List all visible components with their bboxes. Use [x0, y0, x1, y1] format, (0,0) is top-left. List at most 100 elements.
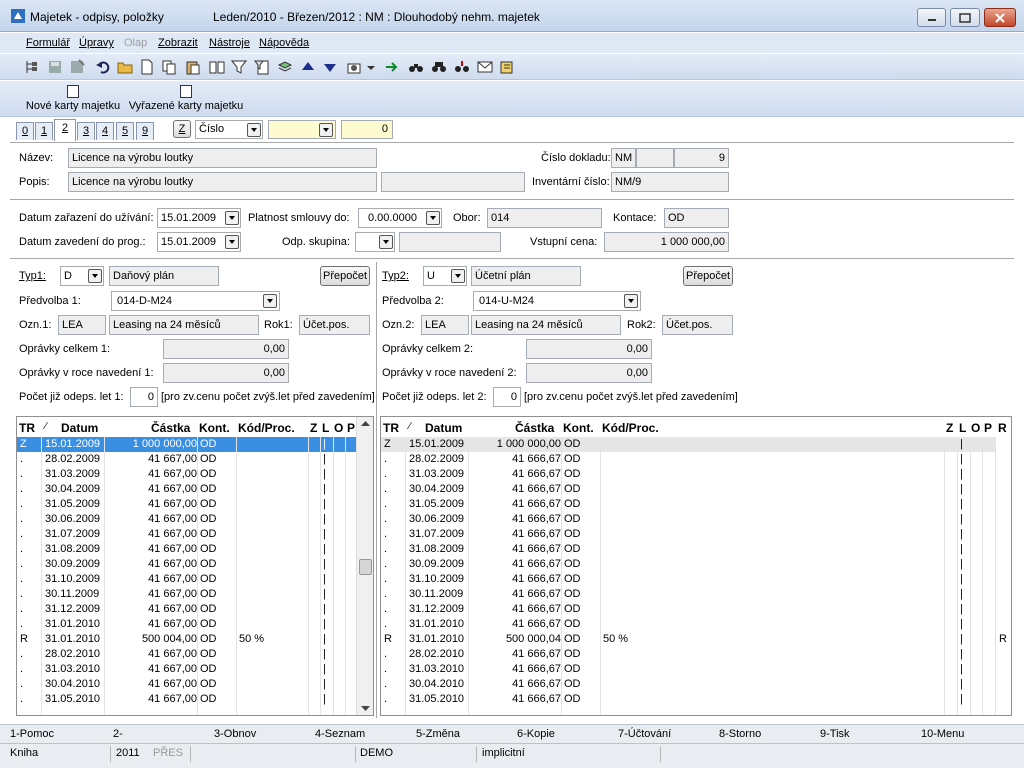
rok2-field[interactable]: Účet.pos. — [662, 315, 733, 335]
f3-refresh[interactable]: 3-Obnov — [214, 728, 256, 740]
col-kont[interactable]: Kont. — [563, 421, 594, 435]
find-next-icon[interactable] — [454, 59, 470, 75]
z-button[interactable]: Z — [173, 120, 191, 138]
table-row[interactable]: . 30.06.2009 41 667,00 OD | — [17, 512, 357, 527]
table-row[interactable]: . 30.11.2009 41 666,67 OD | — [381, 587, 995, 602]
stack-icon[interactable] — [277, 59, 293, 75]
col-o[interactable]: O — [971, 421, 980, 435]
f5-change[interactable]: 5-Změna — [416, 728, 460, 740]
popis-field[interactable]: Licence na výrobu loutky — [68, 172, 377, 192]
menu-upravy[interactable]: Úpravy — [79, 37, 114, 49]
new-cards-button[interactable]: Nové karty majetku — [23, 85, 123, 112]
table-row[interactable]: . 31.05.2009 41 667,00 OD | — [17, 497, 357, 512]
col-datum[interactable]: Datum — [425, 421, 462, 435]
scroll-up-icon[interactable] — [357, 417, 374, 431]
f7-accounting[interactable]: 7-Účtování — [618, 728, 671, 740]
tab-2[interactable]: 2 — [54, 119, 76, 141]
minimize-button[interactable] — [917, 8, 946, 27]
tab-1[interactable]: 1 — [35, 122, 53, 140]
table-row[interactable]: . 30.09.2009 41 667,00 OD | — [17, 557, 357, 572]
menu-formular[interactable]: Formulář — [26, 37, 70, 49]
filter-document-icon[interactable] — [254, 59, 270, 75]
opravky-roce1-field[interactable]: 0,00 — [163, 363, 289, 383]
skupina-dropdown-icon[interactable] — [379, 235, 393, 249]
opravky-celkem2-field[interactable]: 0,00 — [526, 339, 652, 359]
close-button[interactable] — [984, 8, 1016, 27]
f9-print[interactable]: 9-Tisk — [820, 728, 850, 740]
zarazeni-dropdown-icon[interactable] — [225, 211, 239, 225]
skupina-name-field[interactable] — [399, 232, 501, 252]
typ1-name[interactable]: Daňový plán — [109, 266, 219, 286]
predvolba1-dropdown-icon[interactable] — [263, 294, 277, 308]
platnost-dropdown-icon[interactable] — [426, 211, 440, 225]
rok1-field[interactable]: Účet.pos. — [299, 315, 370, 335]
kontace-field[interactable]: OD — [664, 208, 729, 228]
undo-icon[interactable] — [95, 59, 111, 75]
table-row[interactable]: . 30.06.2009 41 666,67 OD | — [381, 512, 995, 527]
vstupni-field[interactable]: 1 000 000,00 — [604, 232, 729, 252]
table-row[interactable]: . 31.03.2009 41 667,00 OD | — [17, 467, 357, 482]
table-row[interactable]: . 31.08.2009 41 666,67 OD | — [381, 542, 995, 557]
col-p[interactable]: P — [347, 421, 355, 435]
table-row[interactable]: . 31.01.2010 41 667,00 OD | — [17, 617, 357, 632]
tab-9[interactable]: 9 — [136, 122, 154, 140]
table-row[interactable]: . 30.09.2009 41 666,67 OD | — [381, 557, 995, 572]
table-row[interactable]: . 30.04.2010 41 667,00 OD | — [17, 677, 357, 692]
tab-3[interactable]: 3 — [77, 122, 95, 140]
predvolba2-field[interactable]: 014-U-M24 — [473, 291, 641, 311]
table-row[interactable]: . 31.12.2009 41 666,67 OD | — [381, 602, 995, 617]
table-row[interactable]: . 31.10.2009 41 666,67 OD | — [381, 572, 995, 587]
col-kont[interactable]: Kont. — [199, 421, 230, 435]
tree-icon[interactable] — [24, 59, 40, 75]
filter-icon[interactable] — [231, 59, 247, 75]
doc-number-field[interactable]: 9 — [674, 148, 729, 168]
left-depreciation-grid[interactable]: TR ∕ Datum Částka Kont. Kód/Proc. Z L O … — [16, 416, 374, 716]
col-castka[interactable]: Částka — [151, 421, 190, 435]
notes-icon[interactable] — [499, 59, 515, 75]
menu-olap[interactable]: Olap — [124, 37, 147, 49]
doc-series-field[interactable]: NM — [611, 148, 636, 168]
paste-icon[interactable] — [185, 59, 201, 75]
table-row[interactable]: . 31.05.2010 41 667,00 OD | — [17, 692, 357, 707]
new-document-icon[interactable] — [139, 59, 155, 75]
col-tr[interactable]: TR — [383, 421, 399, 435]
discarded-cards-button[interactable]: Vyřazené karty majetku — [127, 85, 245, 112]
opravky-roce2-field[interactable]: 0,00 — [526, 363, 652, 383]
col-l[interactable]: L — [959, 421, 966, 435]
menu-napoveda[interactable]: Nápověda — [259, 37, 309, 49]
f10-menu[interactable]: 10-Menu — [921, 728, 964, 740]
f6-copy[interactable]: 6-Kopie — [517, 728, 555, 740]
table-row[interactable]: . 31.03.2010 41 667,00 OD | — [17, 662, 357, 677]
snapshot-icon[interactable] — [346, 59, 362, 75]
open-folder-icon[interactable] — [117, 59, 133, 75]
col-castka[interactable]: Částka — [515, 421, 554, 435]
copy-icon[interactable] — [161, 59, 177, 75]
save-as-icon[interactable] — [69, 59, 85, 75]
filter-dropdown-icon[interactable] — [319, 123, 333, 137]
table-row[interactable]: R 31.01.2010 500 004,00 OD 50 % | — [17, 632, 357, 647]
inventarni-field[interactable]: NM/9 — [611, 172, 729, 192]
ozn1-field[interactable]: LEA — [58, 315, 106, 335]
table-row[interactable]: . 30.04.2009 41 667,00 OD | — [17, 482, 357, 497]
zavedeni-dropdown-icon[interactable] — [225, 235, 239, 249]
col-z[interactable]: Z — [310, 421, 317, 435]
typ2-dropdown-icon[interactable] — [451, 269, 465, 283]
table-row[interactable]: . 31.10.2009 41 667,00 OD | — [17, 572, 357, 587]
f4-list[interactable]: 4-Seznam — [315, 728, 365, 740]
typ1-dropdown-icon[interactable] — [88, 269, 102, 283]
predvolba2-dropdown-icon[interactable] — [624, 294, 638, 308]
col-r[interactable]: R — [998, 421, 1007, 435]
table-row[interactable]: . 28.02.2010 41 667,00 OD | — [17, 647, 357, 662]
table-row[interactable]: . 28.02.2010 41 666,67 OD | — [381, 647, 995, 662]
menu-zobrazit[interactable]: Zobrazit — [158, 37, 198, 49]
table-row[interactable]: . 31.07.2009 41 667,00 OD | — [17, 527, 357, 542]
recalc-left-button[interactable]: Přepočet — [320, 266, 370, 286]
table-row[interactable]: . 30.04.2009 41 666,67 OD | — [381, 482, 995, 497]
binoculars-icon[interactable] — [408, 59, 424, 75]
table-row[interactable]: . 31.05.2009 41 666,67 OD | — [381, 497, 995, 512]
table-row[interactable]: . 31.12.2009 41 667,00 OD | — [17, 602, 357, 617]
col-datum[interactable]: Datum — [61, 421, 98, 435]
col-p[interactable]: P — [984, 421, 992, 435]
book-icon[interactable] — [209, 59, 225, 75]
table-row[interactable]: . 31.01.2010 41 666,67 OD | — [381, 617, 995, 632]
